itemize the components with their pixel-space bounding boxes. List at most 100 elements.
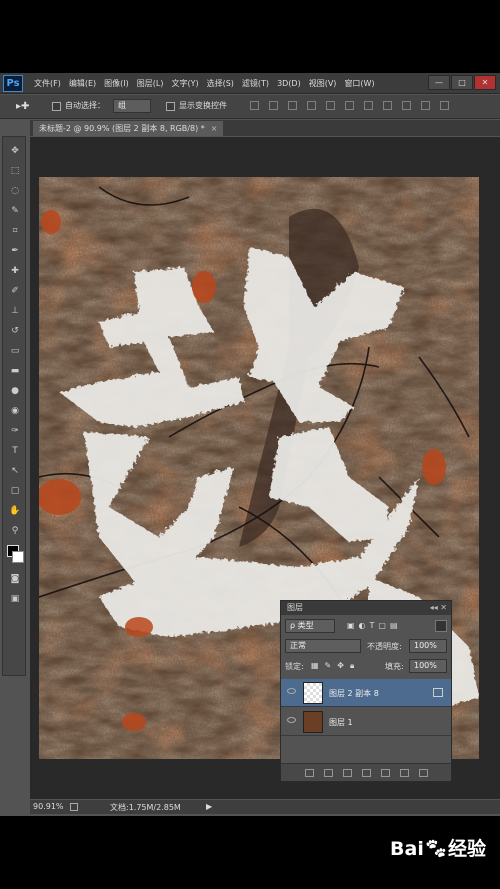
new-layer-icon[interactable] (399, 768, 409, 777)
distribute-top-icon[interactable] (364, 101, 373, 110)
opacity-field[interactable]: 100% (409, 639, 447, 653)
auto-select-label: 自动选择： (65, 101, 105, 110)
distribute-right-icon[interactable] (440, 101, 449, 110)
align-bottom-icon[interactable] (288, 101, 297, 110)
layer-filter-dropdown[interactable]: ρ 类型 (285, 619, 335, 633)
distribute-vcenter-icon[interactable] (383, 101, 392, 110)
align-vcenter-icon[interactable] (269, 101, 278, 110)
quick-mask-icon[interactable]: ◙ (8, 573, 22, 585)
baidu-jingyan-watermark: Bai🐾︎经验 (390, 834, 486, 861)
status-bar: 90.91% 文档:1.75M/2.85M ▶ (30, 800, 500, 814)
filter-toggle-icon[interactable] (435, 620, 447, 632)
status-arrow-icon[interactable]: ▶ (206, 802, 212, 811)
panel-collapse-icon[interactable]: ◂◂ ✕ (430, 601, 447, 615)
smart-object-icon (433, 688, 443, 697)
visibility-eye-icon[interactable] (287, 688, 296, 694)
toolbox: ✥ ⬚ ◌ ✎ ⌗ ✒ ✚ ✐ ⊥ ↺ ▭ ▬ ● ◉ ✑ T ↖ ▢ ✋ ⚲ … (2, 136, 26, 676)
visibility-eye-icon[interactable] (287, 717, 296, 723)
move-tool-icon[interactable]: ✥ (8, 145, 22, 157)
lock-label: 锁定: (285, 662, 304, 671)
menu-layer[interactable]: 图层(L) (137, 73, 164, 94)
eraser-tool-icon[interactable]: ▭ (8, 345, 22, 357)
blur-tool-icon[interactable]: ● (8, 385, 22, 397)
blend-mode-dropdown[interactable]: 正常 (285, 639, 361, 653)
folder-icon[interactable] (380, 768, 390, 777)
healing-tool-icon[interactable]: ✚ (8, 265, 22, 277)
zoom-tool-icon[interactable]: ⚲ (8, 525, 22, 537)
paw-icon: 🐾︎ (423, 838, 448, 860)
link-icon[interactable] (304, 768, 314, 777)
hand-tool-icon[interactable]: ✋ (8, 505, 22, 517)
tab-close-icon[interactable]: × (211, 124, 218, 133)
layers-panel-footer (281, 763, 451, 781)
adjustment-icon[interactable] (361, 768, 371, 777)
crop-tool-icon[interactable]: ⌗ (8, 225, 22, 237)
layers-panel-title[interactable]: 图层 (287, 603, 303, 612)
dodge-tool-icon[interactable]: ◉ (8, 405, 22, 417)
layer-thumbnail (303, 682, 323, 704)
distribute-bottom-icon[interactable] (402, 101, 411, 110)
auto-select-dropdown[interactable]: 组 (113, 99, 151, 113)
menu-image[interactable]: 图像(I) (104, 73, 129, 94)
opacity-label: 不透明度: (367, 642, 402, 651)
stamp-tool-icon[interactable]: ⊥ (8, 305, 22, 317)
options-bar: ▸✚ 自动选择： 组 显示变换控件 (0, 95, 500, 119)
align-hcenter-icon[interactable] (326, 101, 335, 110)
menu-select[interactable]: 选择(S) (207, 73, 234, 94)
filter-icons[interactable]: ▣◐T▢▤ (347, 621, 402, 630)
window-controls: — □ ✕ (427, 75, 496, 90)
layer-row[interactable]: 图层 1 (281, 708, 451, 736)
zoom-level[interactable]: 90.91% (33, 802, 64, 811)
show-transform-label: 显示变换控件 (179, 101, 227, 110)
pen-tool-icon[interactable]: ✑ (8, 425, 22, 437)
document-info: 文档:1.75M/2.85M (110, 803, 181, 812)
document-tab-bar: 未标题-2 @ 90.9% (图层 2 副本 8, RGB/8) * × (30, 120, 500, 136)
align-left-icon[interactable] (307, 101, 316, 110)
mask-icon[interactable] (342, 768, 352, 777)
trash-icon[interactable] (418, 768, 428, 777)
auto-select-checkbox[interactable] (52, 102, 61, 111)
menu-window[interactable]: 窗口(W) (344, 73, 374, 94)
menu-edit[interactable]: 编辑(E) (69, 73, 96, 94)
layer-row[interactable]: 图层 2 副本 8 (281, 679, 451, 707)
layer-name[interactable]: 图层 1 (329, 717, 353, 728)
status-menu-icon[interactable] (70, 803, 78, 811)
document-tab[interactable]: 未标题-2 @ 90.9% (图层 2 副本 8, RGB/8) * × (33, 121, 224, 136)
path-select-tool-icon[interactable]: ↖ (8, 465, 22, 477)
minimize-button[interactable]: — (428, 75, 450, 90)
layer-name[interactable]: 图层 2 副本 8 (329, 688, 379, 699)
gradient-tool-icon[interactable]: ▬ (8, 365, 22, 377)
menu-3d[interactable]: 3D(D) (277, 73, 301, 94)
show-transform-checkbox[interactable] (166, 102, 175, 111)
distribute-left-icon[interactable] (421, 101, 430, 110)
maximize-button[interactable]: □ (451, 75, 473, 90)
shape-tool-icon[interactable]: ▢ (8, 485, 22, 497)
type-tool-icon[interactable]: T (8, 445, 22, 457)
move-tool-icon[interactable]: ▸✚ (16, 101, 29, 112)
lock-icons[interactable]: ▦✎✥🔒︎ (311, 661, 360, 671)
menu-file[interactable]: 文件(F) (34, 73, 61, 94)
align-right-icon[interactable] (345, 101, 354, 110)
screen: Ps 文件(F) 编辑(E) 图像(I) 图层(L) 文字(Y) 选择(S) 滤… (0, 0, 500, 889)
background-color-swatch[interactable] (12, 551, 24, 563)
layers-panel-header: 图层 ◂◂ ✕ (281, 601, 451, 615)
quick-select-tool-icon[interactable]: ✎ (8, 205, 22, 217)
watermark-suffix: 经验 (447, 838, 486, 860)
eyedropper-tool-icon[interactable]: ✒ (8, 245, 22, 257)
fill-label: 填充: (385, 662, 404, 671)
fx-icon[interactable] (323, 768, 333, 777)
menu-bar: Ps 文件(F) 编辑(E) 图像(I) 图层(L) 文字(Y) 选择(S) 滤… (0, 73, 500, 94)
screen-mode-icon[interactable]: ▣ (8, 593, 22, 605)
brush-tool-icon[interactable]: ✐ (8, 285, 22, 297)
fill-field[interactable]: 100% (409, 659, 447, 673)
marquee-tool-icon[interactable]: ⬚ (8, 165, 22, 177)
menu-type[interactable]: 文字(Y) (171, 73, 198, 94)
watermark-brand: Bai (390, 838, 424, 860)
lasso-tool-icon[interactable]: ◌ (8, 185, 22, 197)
menu-view[interactable]: 视图(V) (309, 73, 337, 94)
menu-filter[interactable]: 滤镜(T) (242, 73, 269, 94)
history-brush-icon[interactable]: ↺ (8, 325, 22, 337)
align-top-icon[interactable] (250, 101, 259, 110)
document-tab-title: 未标题-2 @ 90.9% (图层 2 副本 8, RGB/8) * (39, 124, 205, 133)
close-button[interactable]: ✕ (474, 75, 496, 90)
